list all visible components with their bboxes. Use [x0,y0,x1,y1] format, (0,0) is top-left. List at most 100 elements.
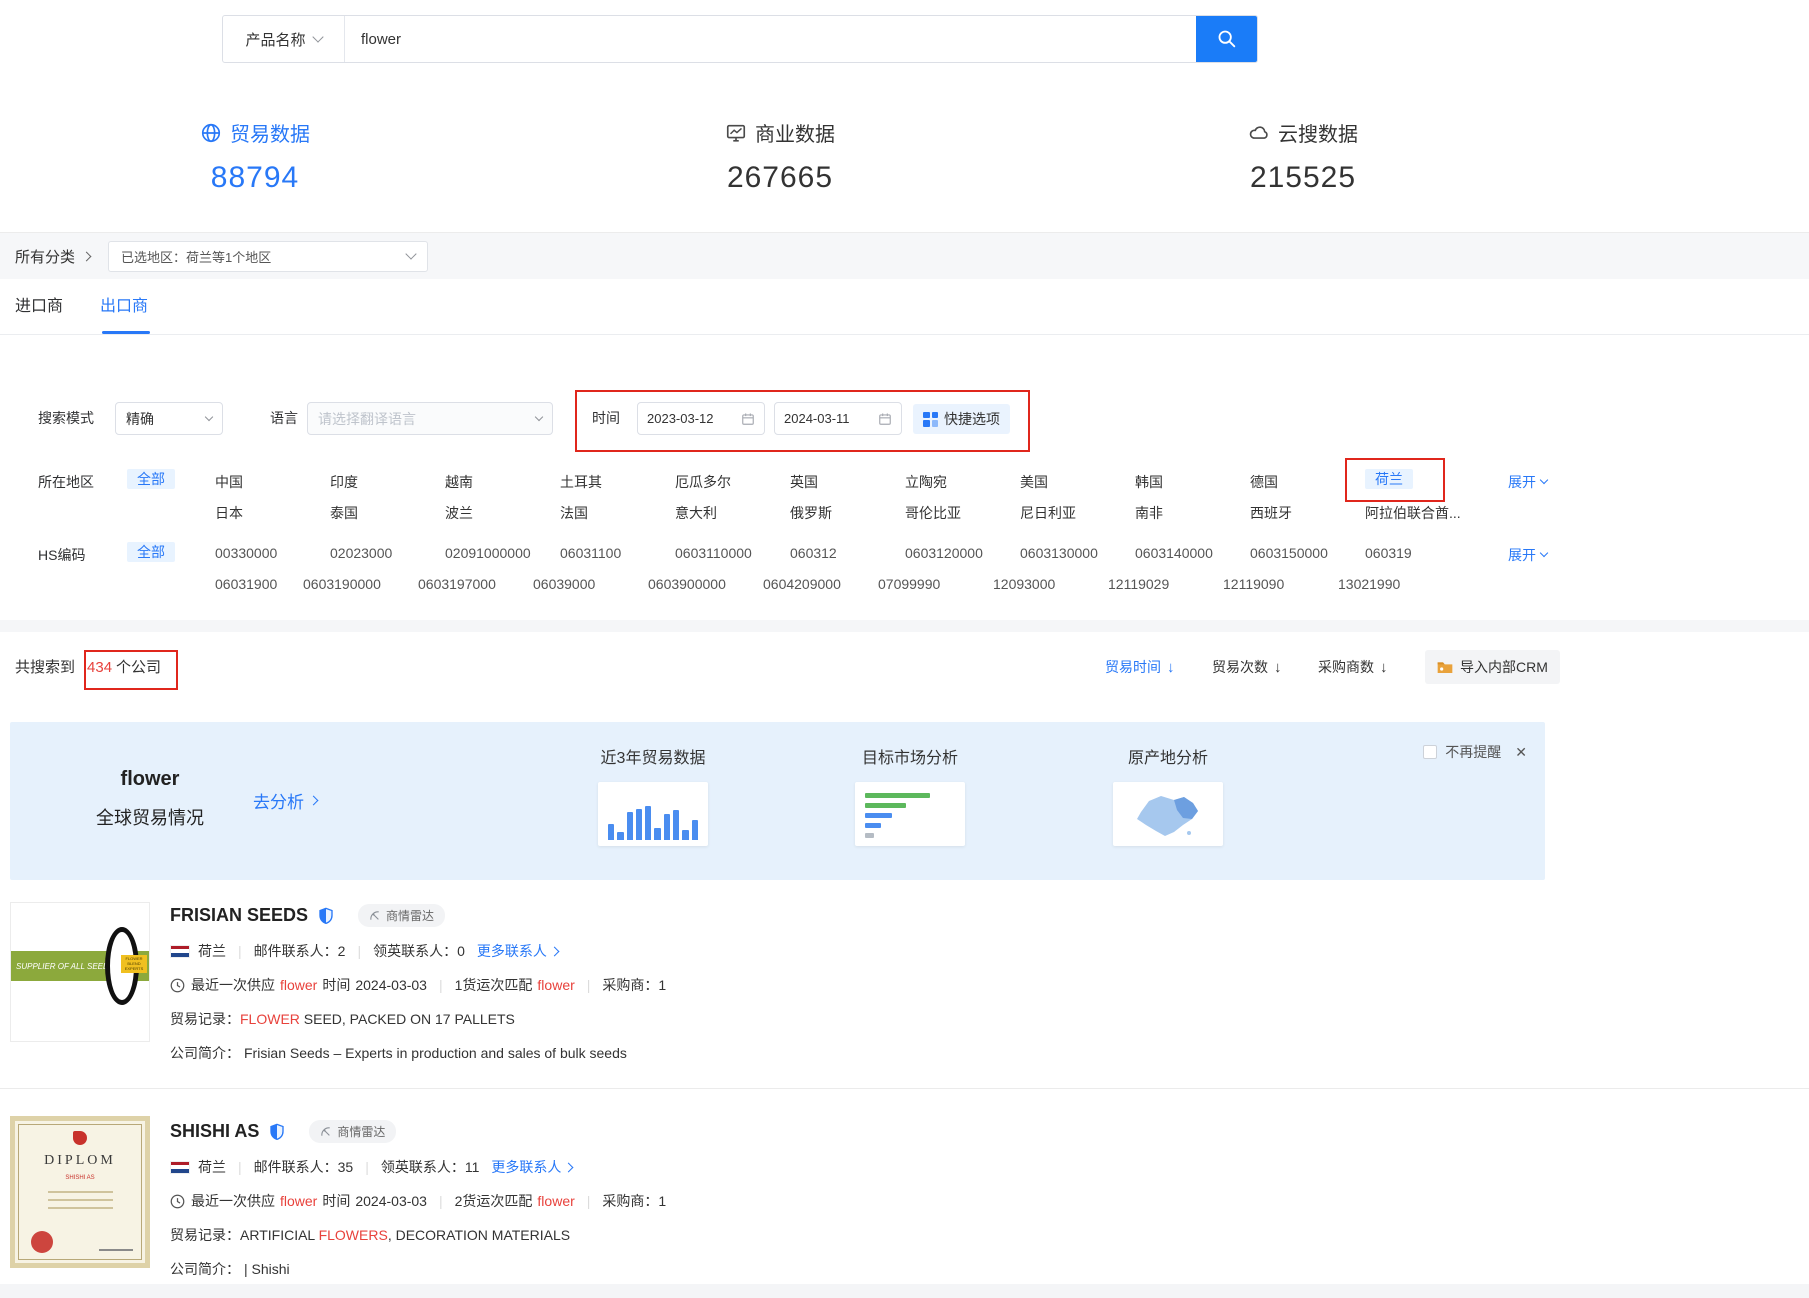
sort-trade-time[interactable]: 贸易时间↓ [1105,657,1175,677]
sort-trade-count[interactable]: 贸易次数↓ [1212,657,1282,677]
hs-code-item[interactable]: 07099990 [878,576,993,592]
hs-code-item[interactable]: 0603140000 [1135,542,1250,562]
company-name[interactable]: SHISHI AS [170,1121,259,1142]
dont-remind-checkbox[interactable] [1423,745,1437,759]
quick-options-button[interactable]: 快捷选项 [913,404,1010,434]
region-item[interactable]: 南非 [1135,503,1250,523]
hs-code-item[interactable]: 06039000 [533,576,648,592]
company-logo[interactable]: DIPLOM SHISHI AS [10,1116,150,1268]
stat-value: 88794 [145,161,365,195]
results-prefix: 共搜索到 [15,659,75,676]
region-item[interactable]: 日本 [215,503,330,523]
date-to-input[interactable]: 2024-03-11 [774,402,902,435]
region-item[interactable]: 意大利 [675,503,790,523]
trade-trend-chart-card[interactable]: 近3年贸易数据 [573,744,733,846]
region-item-netherlands[interactable]: 荷兰 [1365,469,1480,492]
origin-analysis-chart-card[interactable]: 原产地分析 [1088,744,1248,846]
hs-code-item[interactable]: 0603900000 [648,576,763,592]
mini-hbar [865,803,906,808]
region-item[interactable]: 阿拉伯联合酋... [1365,503,1480,523]
region-item[interactable]: 哥伦比亚 [905,503,1020,523]
radar-icon [369,910,381,922]
import-crm-button[interactable]: 导入内部CRM [1425,650,1560,684]
hs-code-item[interactable]: 02023000 [330,542,445,562]
selected-region-dropdown[interactable]: 已选地区：荷兰等1个地区 [108,241,428,272]
hs-code-item[interactable]: 0603110000 [675,542,790,562]
region-item[interactable]: 西班牙 [1250,503,1365,523]
hs-code-item[interactable]: 12119090 [1223,576,1338,592]
hs-code-filter: HS编码 全部 00330000 02023000 02091000000 06… [0,538,1560,602]
tab-exporter[interactable]: 出口商 [100,279,148,334]
chevron-right-icon [82,251,92,261]
region-item[interactable]: 波兰 [445,503,560,523]
region-item[interactable]: 英国 [790,469,905,492]
more-contacts-link[interactable]: 更多联系人 [477,941,558,961]
region-item[interactable]: 越南 [445,469,560,492]
card-divider [0,1088,1809,1089]
region-item[interactable]: 尼日利亚 [1020,503,1135,523]
region-netherlands-pill[interactable]: 荷兰 [1365,469,1413,489]
hs-code-item[interactable]: 13021990 [1338,576,1453,592]
results-count: 434 [87,659,112,676]
hs-code-item[interactable]: 12093000 [993,576,1108,592]
stat-value: 267665 [670,161,890,195]
hs-code-item[interactable]: 12119029 [1108,576,1223,592]
mini-bar [664,814,670,840]
region-item[interactable]: 德国 [1250,469,1365,492]
region-item[interactable]: 法国 [560,503,675,523]
region-item[interactable]: 印度 [330,469,445,492]
hs-code-item[interactable]: 00330000 [215,542,330,562]
hs-code-item[interactable]: 0603190000 [303,576,418,592]
stat-cloud-search-data[interactable]: 云搜数据 215525 [1193,118,1413,195]
region-item[interactable]: 俄罗斯 [790,503,905,523]
business-radar-badge[interactable]: 商情雷达 [309,1120,396,1143]
date-from-input[interactable]: 2023-03-12 [637,402,765,435]
tab-importer[interactable]: 进口商 [15,279,63,334]
region-item[interactable]: 韩国 [1135,469,1250,492]
close-icon[interactable]: ✕ [1515,744,1527,761]
separator: | [238,943,242,959]
search-mode-select[interactable]: 精确 [115,402,223,435]
search-button[interactable] [1196,16,1257,62]
breadcrumb[interactable]: 所有分类 [15,246,90,267]
hs-code-item[interactable]: 0603130000 [1020,542,1135,562]
stat-trade-data[interactable]: 贸易数据 88794 [145,118,365,195]
region-item[interactable]: 中国 [215,469,330,492]
banner-dismiss: 不再提醒 ✕ [1423,742,1527,762]
hs-code-item[interactable]: 0604209000 [763,576,878,592]
radar-icon [320,1126,332,1138]
region-expand-button[interactable]: 展开 [1508,472,1547,492]
region-item[interactable]: 泰国 [330,503,445,523]
hs-code-item[interactable]: 0603120000 [905,542,1020,562]
hs-all-pill[interactable]: 全部 [127,542,175,562]
hs-code-item[interactable]: 06031900 [215,576,303,592]
target-market-chart-card[interactable]: 目标市场分析 [830,744,990,846]
hs-code-item[interactable]: 02091000000 [445,542,560,562]
region-item[interactable]: 土耳其 [560,469,675,492]
region-item-all[interactable]: 全部 [127,469,215,492]
language-select[interactable]: 请选择翻译语言 [307,402,553,435]
hs-code-all[interactable]: 全部 [127,542,215,562]
hs-expand-button[interactable]: 展开 [1508,545,1547,565]
hs-code-item[interactable]: 0603197000 [418,576,533,592]
stat-business-data[interactable]: 商业数据 267665 [670,118,890,195]
region-item[interactable]: 美国 [1020,469,1135,492]
hs-code-item[interactable]: 060312 [790,542,905,562]
search-category-select[interactable]: 产品名称 [223,16,345,62]
hs-code-item[interactable]: 0603150000 [1250,542,1365,562]
company-logo[interactable]: SUPPLIER OF ALL SEEDS FLOWER BLEND EXPER… [10,902,150,1042]
verified-shield-icon [269,1123,285,1141]
search-input[interactable] [345,16,1196,62]
search-controls: 搜索模式 精确 语言 请选择翻译语言 时间 2023-03-12 2024-03… [0,398,1560,442]
region-item[interactable]: 立陶宛 [905,469,1020,492]
region-all-pill[interactable]: 全部 [127,469,175,489]
hs-code-item[interactable]: 060319 [1365,542,1480,562]
business-radar-badge[interactable]: 商情雷达 [358,904,445,927]
more-contacts-link[interactable]: 更多联系人 [491,1157,572,1177]
company-name[interactable]: FRISIAN SEEDS [170,905,308,926]
sort-buyer-count[interactable]: 采购商数↓ [1318,657,1388,677]
hs-code-item[interactable]: 06031100 [560,542,675,562]
mini-hbar [865,823,881,828]
region-item[interactable]: 厄瓜多尔 [675,469,790,492]
go-analyze-link[interactable]: 去分析 [253,788,317,813]
